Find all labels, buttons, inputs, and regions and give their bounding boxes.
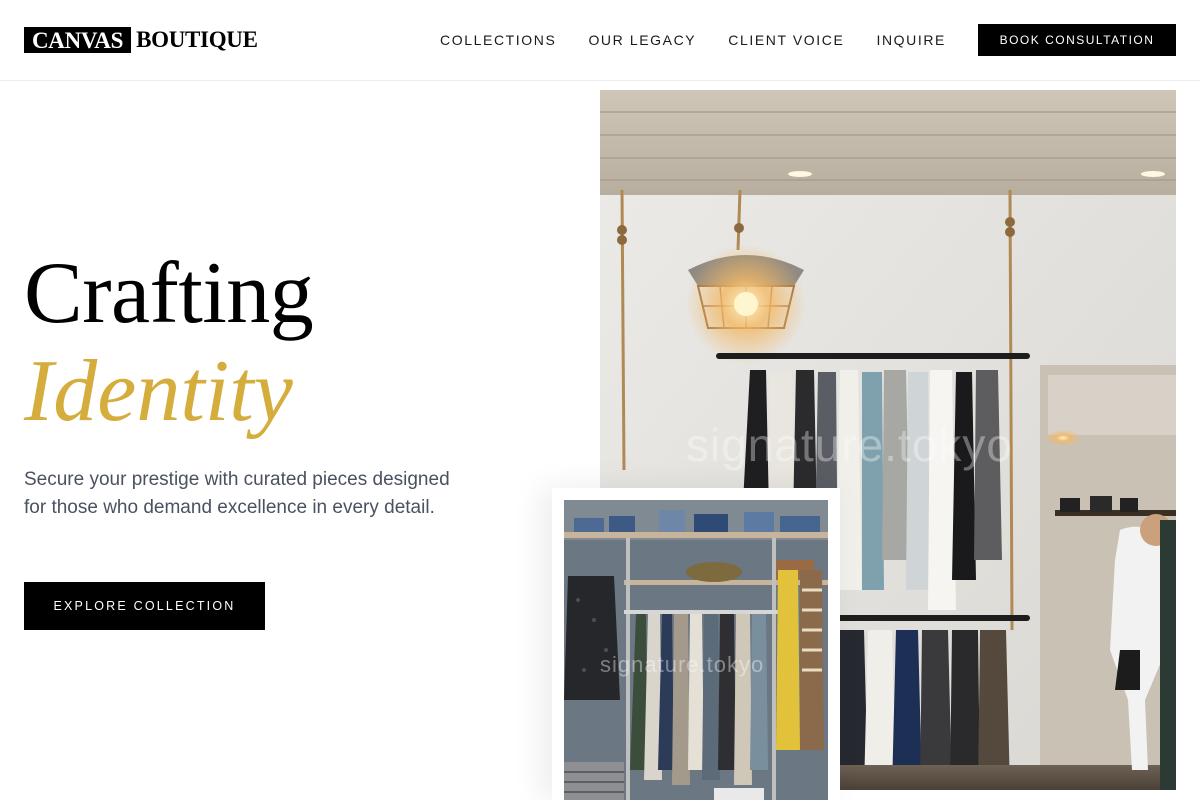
secondary-image-watermark: signature.tokyo — [600, 652, 765, 677]
site-header: CANVAS BOUTIQUE COLLECTIONS OUR LEGACY C… — [0, 0, 1200, 81]
explore-collection-button[interactable]: EXPLORE COLLECTION — [24, 582, 265, 630]
secondary-image: signature.tokyo — [564, 500, 828, 800]
logo-box: CANVAS — [24, 27, 132, 53]
nav-item-collections[interactable]: COLLECTIONS — [440, 30, 556, 50]
brand-logo[interactable]: CANVAS BOUTIQUE — [24, 26, 258, 54]
hero-description: Secure your prestige with curated pieces… — [24, 469, 450, 518]
main-image-watermark: signature.tokyo — [686, 419, 1013, 471]
hero-title-line1: Crafting — [24, 245, 314, 342]
nav-item-our-legacy[interactable]: OUR LEGACY — [588, 30, 696, 50]
nav-item-inquire[interactable]: INQUIRE — [876, 30, 946, 50]
hero-title: Crafting Identity — [24, 245, 314, 440]
nav-item-client-voice[interactable]: CLIENT VOICE — [728, 30, 844, 50]
hero-title-line2: Identity — [24, 343, 293, 440]
main-nav: COLLECTIONS OUR LEGACY CLIENT VOICE INQU… — [408, 30, 946, 50]
book-consultation-button[interactable]: BOOK CONSULTATION — [978, 24, 1176, 56]
logo-text: BOUTIQUE — [136, 27, 258, 52]
closet-illustration — [564, 500, 828, 800]
